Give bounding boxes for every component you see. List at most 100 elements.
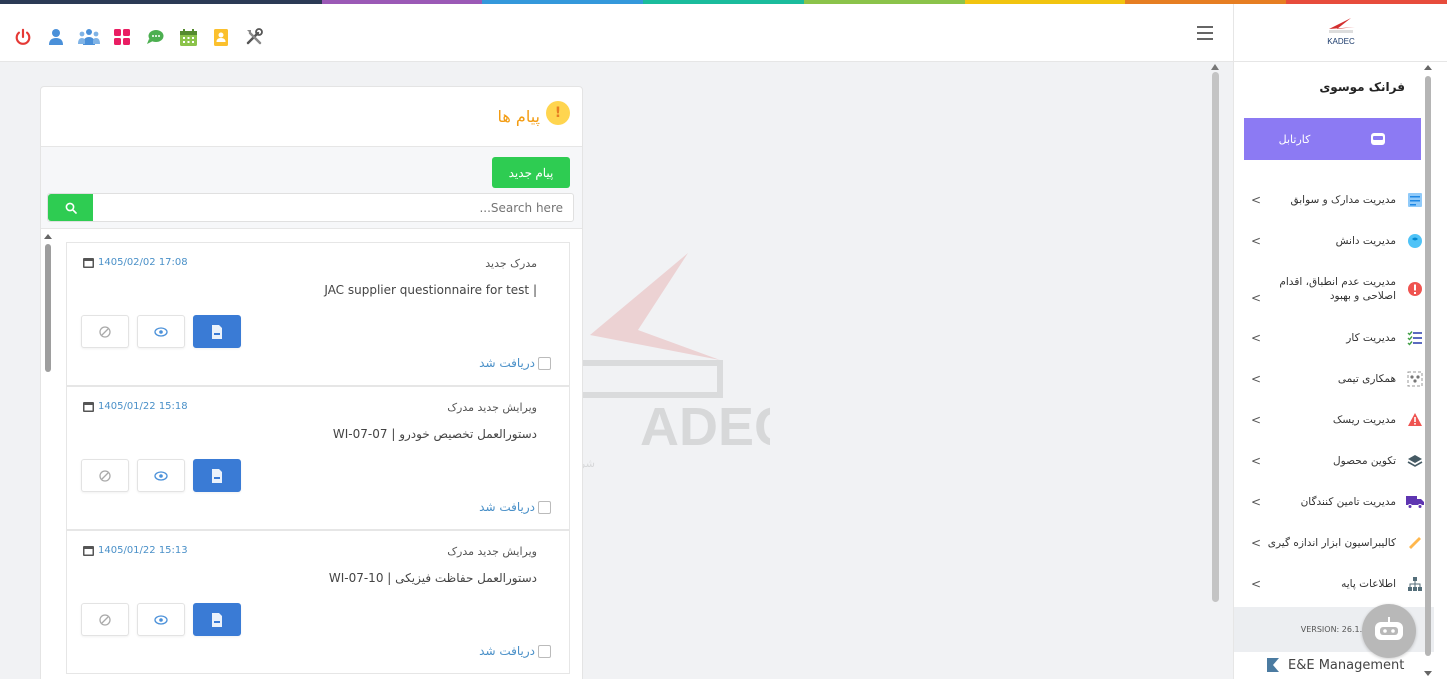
power-icon[interactable] — [12, 26, 34, 48]
sidebar-item-label: اطلاعات پایه — [1341, 577, 1396, 590]
sidebar-item-suppliers[interactable]: < مدیریت تامین کنندگان — [1234, 481, 1434, 522]
message-actions — [81, 459, 241, 492]
contacts-icon[interactable] — [210, 26, 232, 48]
version-text: VERSION: 26.1.7 — [1300, 625, 1368, 634]
chevron-left-icon: < — [1251, 535, 1262, 550]
message-actions — [81, 603, 241, 636]
message-subject: | JAC supplier questionnaire for test — [324, 283, 537, 297]
view-button[interactable] — [137, 459, 185, 492]
sidebar-item-label: کالیبراسیون ابزار اندازه گیری — [1267, 536, 1396, 549]
sidebar-item-label: مدیریت ریسک — [1332, 413, 1396, 426]
messages-toolbar: پیام جدید — [41, 147, 582, 229]
document-button[interactable] — [193, 603, 241, 636]
new-message-button[interactable]: پیام جدید — [492, 157, 570, 188]
search-icon[interactable] — [48, 194, 93, 221]
chevron-left-icon: < — [1251, 330, 1262, 345]
inbox-icon — [1371, 133, 1386, 145]
user-icon[interactable] — [45, 26, 67, 48]
main-scrollbar[interactable] — [1212, 72, 1219, 602]
company-logo[interactable]: KADEC — [1233, 4, 1447, 62]
sidebar-item-calibration[interactable]: < کالیبراسیون ابزار اندازه گیری — [1234, 522, 1434, 563]
message-actions — [81, 315, 241, 348]
message-alert-icon: ! — [546, 100, 570, 125]
svg-text:ADEC: ADEC — [640, 397, 770, 457]
chevron-left-icon: < — [1251, 291, 1262, 305]
sidebar-item-documents[interactable]: < مدیریت مدارک و سوابق — [1234, 179, 1434, 220]
messages-list: 1405/02/02 17:08 مدرک جدید | JAC supplie… — [41, 230, 582, 679]
sidebar-item-risk[interactable]: < مدیریت ریسک — [1234, 399, 1434, 440]
main-scroll-up-arrow[interactable] — [1211, 64, 1219, 70]
chevron-left-icon: < — [1251, 412, 1262, 427]
team-icon — [1406, 370, 1424, 388]
search-bar — [47, 193, 574, 222]
sign-button[interactable] — [81, 459, 129, 492]
documents-icon — [1406, 191, 1424, 209]
document-button[interactable] — [193, 459, 241, 492]
received-check-box[interactable] — [538, 644, 551, 658]
sidebar-item-product[interactable]: < تکوین محصول — [1234, 440, 1434, 481]
sign-icon — [99, 469, 111, 482]
message-date: 1405/02/02 17:08 — [83, 257, 188, 268]
calendar-small-icon — [83, 546, 94, 556]
sidebar-item-label: مدیریت عدم انطباق، اقدام اصلاحی و بهبود — [1279, 276, 1396, 302]
eye-icon — [154, 470, 168, 481]
sidebar-item-nonconformity[interactable]: < مدیریت عدم انطباق، اقدام اصلاحی و بهبو… — [1234, 261, 1434, 317]
sidebar-item-base-info[interactable]: < اطلاعات پایه — [1234, 563, 1434, 604]
view-button[interactable] — [137, 603, 185, 636]
tools-icon[interactable] — [243, 26, 265, 48]
received-checkbox[interactable]: دریافت شد — [479, 356, 551, 370]
list-scroll-up-arrow[interactable] — [44, 234, 52, 239]
eye-icon — [154, 326, 168, 337]
view-button[interactable] — [137, 315, 185, 348]
sidebar-item-label: تکوین محصول — [1333, 454, 1396, 467]
menu-toggle-icon[interactable] — [1197, 26, 1213, 40]
ee-logo-icon — [1267, 658, 1279, 672]
calendar-icon[interactable] — [177, 26, 199, 48]
ruler-icon — [1406, 534, 1424, 552]
robot-icon — [1375, 617, 1403, 640]
sign-icon — [99, 325, 111, 338]
messages-title: پیام ها — [497, 107, 540, 126]
document-button[interactable] — [193, 315, 241, 348]
sidebar-item-label: همکاری تیمی — [1337, 372, 1396, 385]
sidebar-item-tasks[interactable]: < مدیریت کار — [1234, 317, 1434, 358]
received-checkbox[interactable]: دریافت شد — [479, 644, 551, 658]
message-type: ویرایش جدید مدرک — [447, 401, 537, 414]
messages-panel: پیام ها ! پیام جدید 1405/02/02 17:08 مدر… — [40, 86, 583, 679]
received-check-box[interactable] — [538, 500, 551, 514]
received-check-box[interactable] — [538, 356, 551, 370]
user-name: فرانک موسوی — [1319, 80, 1405, 94]
task-list-icon — [1406, 329, 1424, 347]
sidebar-scroll-up-arrow[interactable] — [1424, 65, 1432, 70]
sidebar-item-team[interactable]: < همکاری تیمی — [1234, 358, 1434, 399]
chatbot-button[interactable] — [1362, 604, 1416, 658]
apps-grid-icon[interactable] — [111, 26, 133, 48]
sign-button[interactable] — [81, 315, 129, 348]
eye-icon — [154, 614, 168, 625]
sidebar-scrollbar[interactable] — [1425, 76, 1431, 656]
message-subject: دستورالعمل حفاظت فیزیکی | WI-07-10 — [328, 571, 537, 585]
received-checkbox[interactable]: دریافت شد — [479, 500, 551, 514]
message-type: ویرایش جدید مدرک — [447, 545, 537, 558]
cartable-label: کارتابل — [1278, 132, 1311, 146]
sign-button[interactable] — [81, 603, 129, 636]
sidebar-item-knowledge[interactable]: < مدیریت دانش — [1234, 220, 1434, 261]
list-scrollbar[interactable] — [45, 244, 51, 372]
message-date: 1405/01/22 15:18 — [83, 401, 188, 412]
risk-triangle-icon — [1406, 411, 1424, 429]
search-input[interactable] — [93, 194, 573, 221]
users-icon[interactable] — [78, 26, 100, 48]
chevron-left-icon: < — [1251, 576, 1262, 591]
sign-icon — [99, 613, 111, 626]
sidebar-item-label: مدیریت مدارک و سوابق — [1290, 193, 1396, 206]
message-date-text: 1405/01/22 15:18 — [98, 401, 188, 412]
sidebar-item-cartable[interactable]: کارتابل — [1244, 118, 1421, 160]
messages-header: پیام ها ! — [41, 87, 582, 147]
sidebar-item-label: مدیریت دانش — [1335, 234, 1396, 247]
document-icon — [212, 468, 222, 483]
chat-icon[interactable] — [144, 26, 166, 48]
sidebar-scroll-down-arrow[interactable] — [1424, 671, 1432, 676]
message-card: 1405/01/22 15:13 ویرایش جدید مدرک دستورا… — [66, 530, 570, 674]
brand-text: E&E Management — [1288, 657, 1405, 673]
svg-text:KADEC: KADEC — [1327, 37, 1355, 46]
